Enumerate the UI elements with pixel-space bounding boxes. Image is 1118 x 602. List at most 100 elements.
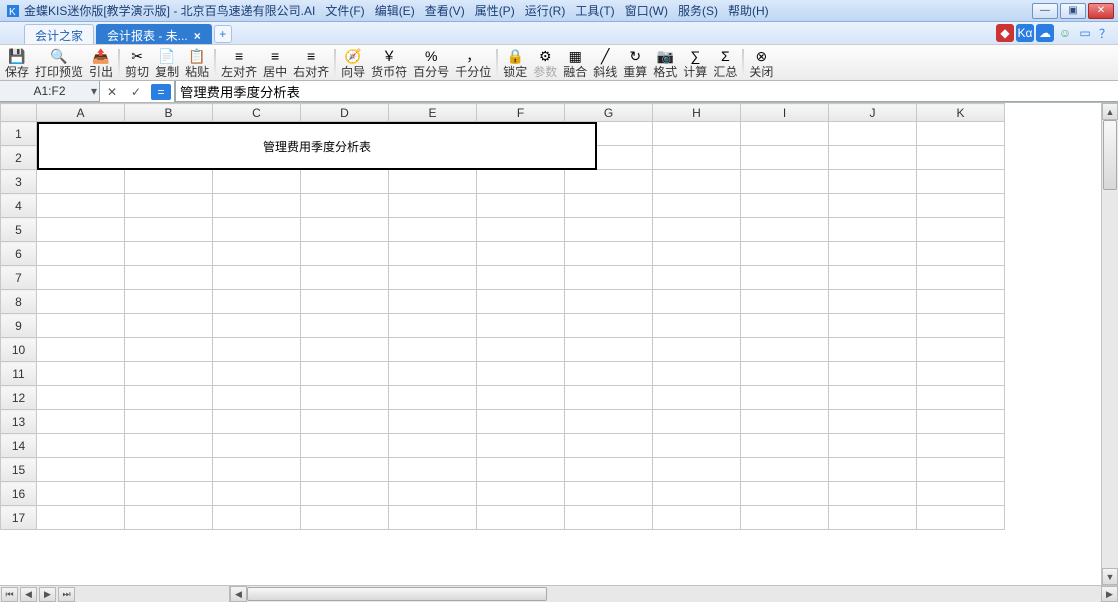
cell-K10[interactable] <box>917 338 1005 362</box>
toolbar-复制-button[interactable]: 📄复制 <box>152 45 182 80</box>
cell-J16[interactable] <box>829 482 917 506</box>
cell-H13[interactable] <box>653 410 741 434</box>
tabbar-icon-1[interactable]: ◆ <box>996 24 1014 42</box>
cell-E13[interactable] <box>389 410 477 434</box>
cell-C8[interactable] <box>213 290 301 314</box>
new-tab-button[interactable]: + <box>214 25 232 43</box>
cell-A12[interactable] <box>37 386 125 410</box>
cell-E12[interactable] <box>389 386 477 410</box>
cell-G7[interactable] <box>565 266 653 290</box>
toolbar-居中-button[interactable]: ≡居中 <box>260 45 290 80</box>
toolbar-粘贴-button[interactable]: 📋粘贴 <box>182 45 212 80</box>
cell-B14[interactable] <box>125 434 213 458</box>
cell-G15[interactable] <box>565 458 653 482</box>
tabbar-icon-smile[interactable]: ☺ <box>1056 24 1074 42</box>
toolbar-右对齐-button[interactable]: ≡右对齐 <box>290 45 332 80</box>
cell-E10[interactable] <box>389 338 477 362</box>
tab-home[interactable]: 会计之家 <box>24 24 94 44</box>
toolbar-汇总-button[interactable]: Σ汇总 <box>710 45 740 80</box>
toolbar-百分号-button[interactable]: %百分号 <box>410 45 452 80</box>
cell-G3[interactable] <box>565 170 653 194</box>
cell-B11[interactable] <box>125 362 213 386</box>
cell-J17[interactable] <box>829 506 917 530</box>
cell-B1[interactable] <box>125 122 213 146</box>
cell-J2[interactable] <box>829 146 917 170</box>
cell-I12[interactable] <box>741 386 829 410</box>
cell-B16[interactable] <box>125 482 213 506</box>
row-header-12[interactable]: 12 <box>1 386 37 410</box>
row-header-17[interactable]: 17 <box>1 506 37 530</box>
formula-cancel-button[interactable]: ✕ <box>100 85 124 99</box>
cell-K8[interactable] <box>917 290 1005 314</box>
sheet-nav-prev-icon[interactable]: ◀ <box>20 587 37 602</box>
cell-G13[interactable] <box>565 410 653 434</box>
hscroll-track[interactable] <box>247 586 1101 602</box>
toolbar-参数-button[interactable]: ⚙参数 <box>530 45 560 80</box>
cell-C15[interactable] <box>213 458 301 482</box>
toolbar-货币符-button[interactable]: ￥货币符 <box>368 45 410 80</box>
cell-F1[interactable] <box>477 122 565 146</box>
formula-equals-button[interactable]: = <box>151 84 171 100</box>
cell-J14[interactable] <box>829 434 917 458</box>
cell-D5[interactable] <box>301 218 389 242</box>
cell-D3[interactable] <box>301 170 389 194</box>
tab-report-active[interactable]: 会计报表 - 未... × <box>96 24 212 44</box>
formula-confirm-button[interactable]: ✓ <box>124 85 148 99</box>
cell-I14[interactable] <box>741 434 829 458</box>
menu-window[interactable]: 窗口(W) <box>621 1 672 20</box>
minimize-button[interactable]: — <box>1032 3 1058 19</box>
cell-I13[interactable] <box>741 410 829 434</box>
toolbar-重算-button[interactable]: ↻重算 <box>620 45 650 80</box>
cell-J5[interactable] <box>829 218 917 242</box>
cell-C16[interactable] <box>213 482 301 506</box>
cell-E8[interactable] <box>389 290 477 314</box>
cell-J1[interactable] <box>829 122 917 146</box>
cell-D13[interactable] <box>301 410 389 434</box>
toolbar-剪切-button[interactable]: ✂剪切 <box>122 45 152 80</box>
cell-E11[interactable] <box>389 362 477 386</box>
cell-J13[interactable] <box>829 410 917 434</box>
cell-A13[interactable] <box>37 410 125 434</box>
cell-F10[interactable] <box>477 338 565 362</box>
cell-F5[interactable] <box>477 218 565 242</box>
cell-B8[interactable] <box>125 290 213 314</box>
row-header-16[interactable]: 16 <box>1 482 37 506</box>
cell-E7[interactable] <box>389 266 477 290</box>
cell-C7[interactable] <box>213 266 301 290</box>
cell-D4[interactable] <box>301 194 389 218</box>
cell-D15[interactable] <box>301 458 389 482</box>
cell-F8[interactable] <box>477 290 565 314</box>
cell-I15[interactable] <box>741 458 829 482</box>
cell-C5[interactable] <box>213 218 301 242</box>
row-header-8[interactable]: 8 <box>1 290 37 314</box>
cell-I3[interactable] <box>741 170 829 194</box>
cell-D14[interactable] <box>301 434 389 458</box>
cell-H3[interactable] <box>653 170 741 194</box>
toolbar-锁定-button[interactable]: 🔒锁定 <box>500 45 530 80</box>
cell-F6[interactable] <box>477 242 565 266</box>
row-header-6[interactable]: 6 <box>1 242 37 266</box>
cell-H9[interactable] <box>653 314 741 338</box>
toolbar-格式-button[interactable]: 📷格式 <box>650 45 680 80</box>
row-header-11[interactable]: 11 <box>1 362 37 386</box>
cell-E1[interactable] <box>389 122 477 146</box>
cell-H10[interactable] <box>653 338 741 362</box>
tab-close-icon[interactable]: × <box>194 29 201 43</box>
formula-input[interactable] <box>175 81 1118 102</box>
cell-F14[interactable] <box>477 434 565 458</box>
menu-tool[interactable]: 工具(T) <box>571 1 618 20</box>
tabbar-icon-help[interactable]: ？ <box>1096 24 1114 42</box>
cell-I2[interactable] <box>741 146 829 170</box>
cell-B6[interactable] <box>125 242 213 266</box>
cell-F17[interactable] <box>477 506 565 530</box>
row-header-1[interactable]: 1 <box>1 122 37 146</box>
scroll-right-icon[interactable]: ▶ <box>1101 586 1118 602</box>
menu-service[interactable]: 服务(S) <box>674 1 722 20</box>
cell-F4[interactable] <box>477 194 565 218</box>
cell-A15[interactable] <box>37 458 125 482</box>
cell-H11[interactable] <box>653 362 741 386</box>
toolbar-打印预览-button[interactable]: 🔍打印预览 <box>32 45 86 80</box>
row-header-13[interactable]: 13 <box>1 410 37 434</box>
cell-C14[interactable] <box>213 434 301 458</box>
col-header-F[interactable]: F <box>477 104 565 122</box>
